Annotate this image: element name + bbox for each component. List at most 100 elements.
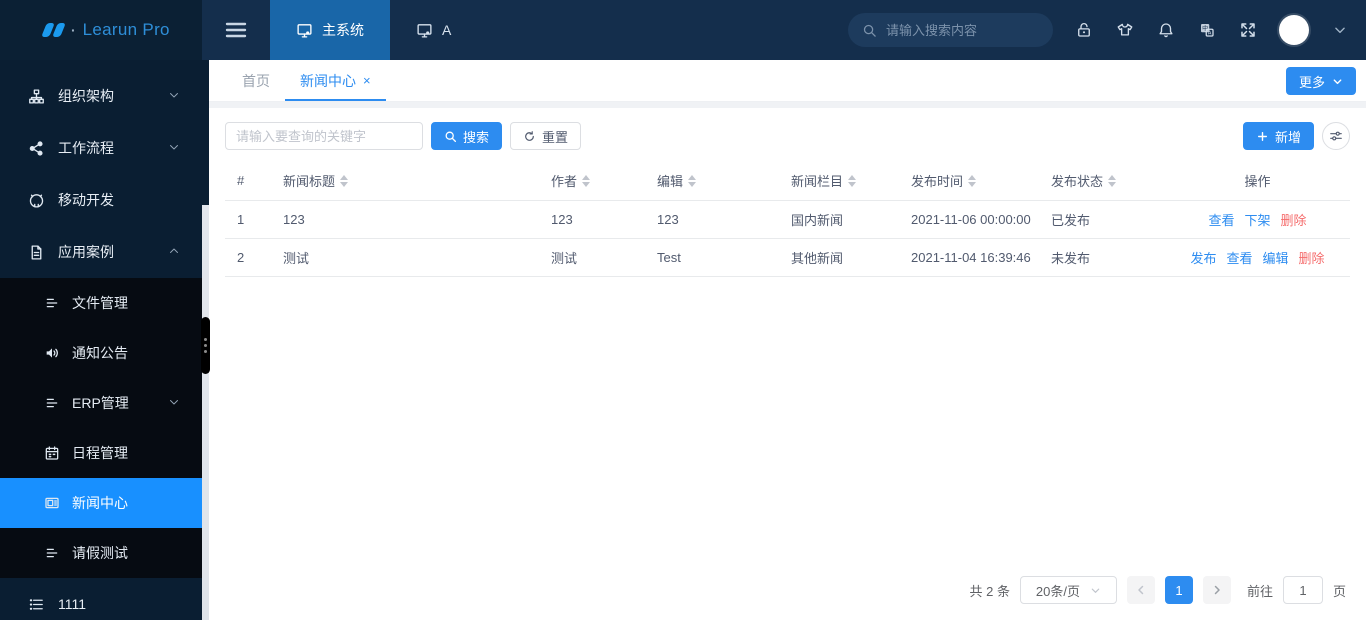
- page-number[interactable]: 1: [1164, 576, 1193, 604]
- app-logo: · Learun Pro: [0, 0, 202, 60]
- action-link[interactable]: 下架: [1244, 213, 1270, 228]
- close-tab-icon[interactable]: ×: [363, 73, 371, 88]
- goto-page-input[interactable]: [1282, 576, 1323, 604]
- system-tab-0[interactable]: 主系统: [270, 0, 390, 60]
- column-label: 编辑: [657, 174, 684, 190]
- sidebar-item[interactable]: 移动开发: [0, 174, 202, 226]
- column-header-editor[interactable]: 编辑: [645, 162, 779, 201]
- cell-category: 国内新闻: [779, 200, 899, 239]
- filter-sliders-icon: [1330, 131, 1342, 141]
- system-tab-label: A: [442, 22, 452, 38]
- sidebar-subitem[interactable]: 请假测试: [0, 528, 202, 578]
- cell-index: 2: [225, 238, 271, 277]
- add-button[interactable]: 新增: [1242, 122, 1314, 150]
- sidebar-item-label: 1111: [58, 596, 87, 612]
- sidebar-item[interactable]: 工作流程: [0, 122, 202, 174]
- main-area: 首页 新闻中心 × 更多 搜索 重置: [209, 60, 1366, 620]
- sort-icon[interactable]: [968, 174, 977, 187]
- keyword-input[interactable]: [225, 122, 423, 150]
- sidebar-item[interactable]: 应用案例: [0, 226, 202, 278]
- column-label: 作者: [551, 174, 578, 190]
- page-size-select[interactable]: 20条/页: [1019, 576, 1117, 604]
- chevron-down-icon: [168, 140, 180, 156]
- logo-text: Learun Pro: [82, 20, 170, 39]
- toolbar: 搜索 重置 新增: [209, 108, 1366, 160]
- column-header-title[interactable]: 新闻标题: [271, 162, 539, 201]
- reset-button[interactable]: 重置: [510, 122, 582, 150]
- column-header-index: #: [225, 162, 271, 201]
- goto-label: 前往: [1246, 583, 1273, 599]
- plus-icon: [1257, 131, 1267, 141]
- global-search-input[interactable]: [886, 22, 1039, 38]
- page-tab-label: 新闻中心: [300, 72, 356, 89]
- column-label: 新闻栏目: [791, 174, 844, 190]
- sidebar-drag-handle[interactable]: [201, 317, 210, 374]
- chevron-left-icon: [1138, 585, 1144, 595]
- sort-icon[interactable]: [340, 174, 349, 187]
- action-link[interactable]: 删除: [1299, 251, 1325, 266]
- next-page-button[interactable]: [1202, 576, 1231, 604]
- column-filter-button[interactable]: [1322, 122, 1350, 150]
- lock-icon[interactable]: [1074, 20, 1094, 40]
- column-header-category[interactable]: 新闻栏目: [779, 162, 899, 201]
- page-tab[interactable]: 新闻中心 ×: [285, 60, 386, 101]
- file-icon: [28, 244, 45, 261]
- sidebar-item[interactable]: 组织架构: [0, 70, 202, 122]
- page-tab[interactable]: 首页: [227, 60, 285, 101]
- theme-tshirt-icon[interactable]: [1115, 20, 1135, 40]
- sort-icon[interactable]: [1108, 174, 1117, 187]
- column-label: #: [237, 173, 245, 189]
- cell-editor: Test: [645, 238, 779, 277]
- more-button[interactable]: 更多: [1285, 67, 1356, 95]
- action-link[interactable]: 删除: [1281, 213, 1307, 228]
- language-translate-icon[interactable]: 中A: [1197, 20, 1217, 40]
- search-button[interactable]: 搜索: [431, 122, 503, 150]
- system-monitor-icon: [296, 22, 313, 39]
- table-row: 2 测试 测试 Test 其他新闻 2021-11-04 16:39:46 未发布 发布 查看编…: [225, 238, 1350, 277]
- system-tab-1[interactable]: A: [390, 0, 477, 60]
- column-header-actions: 操作: [1165, 162, 1350, 201]
- sidebar-subitem[interactable]: 文件管理: [0, 278, 202, 328]
- sort-icon[interactable]: [848, 174, 857, 187]
- global-search[interactable]: [848, 13, 1053, 47]
- table-body: 1 123 123 123 国内新闻 2021-11-06 00:00:00 已发布 查看 下架…: [225, 200, 1350, 277]
- system-tabs: 主系统 A: [270, 0, 477, 60]
- notification-bell-icon[interactable]: [1156, 20, 1176, 40]
- column-header-author[interactable]: 作者: [539, 162, 645, 201]
- column-header-publish_time[interactable]: 发布时间: [899, 162, 1039, 201]
- sidebar-subitem[interactable]: ERP管理: [0, 378, 202, 428]
- action-link[interactable]: 编辑: [1263, 251, 1289, 266]
- sort-icon[interactable]: [582, 174, 591, 187]
- sort-icon[interactable]: [688, 174, 697, 187]
- prev-page-button[interactable]: [1126, 576, 1155, 604]
- sidebar-subitem[interactable]: 通知公告: [0, 328, 202, 378]
- sidebar-collapse-button[interactable]: [202, 0, 270, 60]
- action-link[interactable]: 查看: [1208, 213, 1234, 228]
- sidebar-item[interactable]: 1111: [0, 578, 202, 620]
- content-panel: 搜索 重置 新增 #新闻标题作者编辑新闻栏目发布时间发布状: [209, 108, 1366, 620]
- page-size-value: 20条/页: [1035, 583, 1080, 599]
- sidebar-subitem-label: 请假测试: [72, 545, 128, 561]
- user-menu-chevron-icon[interactable]: [1330, 20, 1350, 40]
- search-button-label: 搜索: [463, 129, 490, 145]
- add-button-label: 新增: [1274, 129, 1301, 145]
- sidebar-subitem-label: 文件管理: [72, 295, 128, 311]
- cell-editor: 123: [645, 200, 779, 239]
- system-monitor-icon: [416, 22, 433, 39]
- page-tabs: 首页 新闻中心 ×: [227, 60, 386, 101]
- column-header-publish_status[interactable]: 发布状态: [1039, 162, 1165, 201]
- svg-text:A: A: [1208, 31, 1212, 37]
- action-link[interactable]: 发布: [1190, 251, 1216, 266]
- sidebar: 组织架构工作流程 移动开发 应用案例文件管理通知公告 ERP管理 日程管理新闻中心请假测…: [0, 60, 202, 620]
- action-link[interactable]: 查看: [1226, 251, 1252, 266]
- sidebar-subitem-label: 新闻中心: [72, 495, 128, 511]
- fullscreen-icon[interactable]: [1238, 20, 1258, 40]
- sidebar-subitem[interactable]: 日程管理: [0, 428, 202, 478]
- pagination: 共 2 条 20条/页 1 前往 页: [209, 576, 1366, 620]
- column-label: 发布时间: [911, 174, 964, 190]
- cell-publish_time: 2021-11-06 00:00:00: [899, 200, 1039, 239]
- sidebar-item-label: 组织架构: [58, 88, 114, 104]
- sidebar-subitem[interactable]: 新闻中心: [0, 478, 202, 528]
- user-avatar[interactable]: [1279, 15, 1309, 45]
- news-icon: [44, 495, 60, 511]
